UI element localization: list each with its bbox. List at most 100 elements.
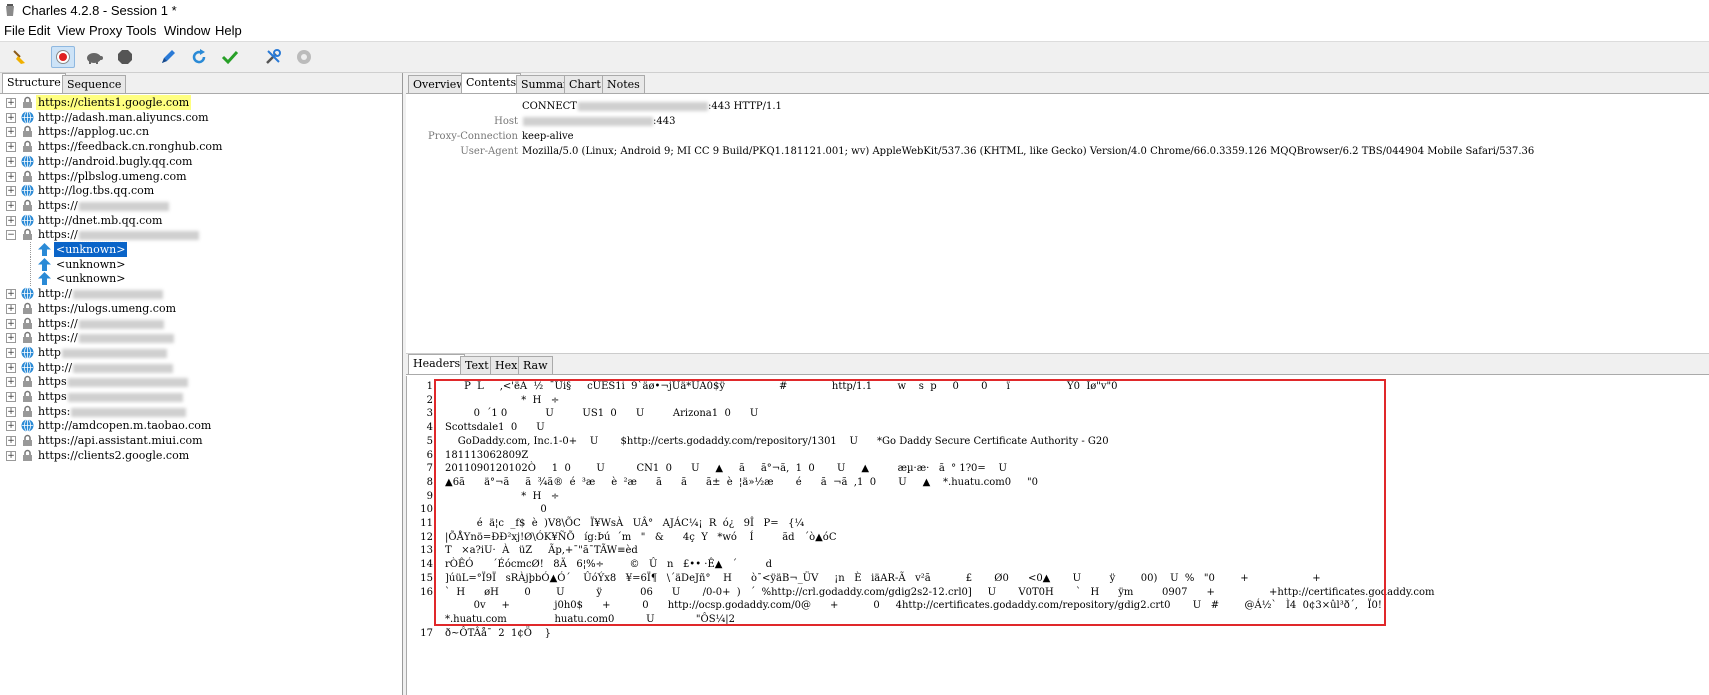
expand-toggle[interactable]: +	[6, 98, 16, 108]
raw-line: 0 ´1 0 U US1 0 U Arizona1 0 U	[445, 408, 759, 419]
tree-item-text: http://adash.man.aliyuncs.com	[38, 111, 209, 124]
tree-item-label: http://amdcopen.m.taobao.com	[36, 418, 213, 433]
tab-sequence[interactable]: Sequence	[62, 75, 127, 93]
raw-line: rÒÊÓ ´ÉócmcØ! 8Ä 6¦%÷ © Û n £•• ·Ê▲ ´ d	[445, 559, 772, 570]
tab-chart[interactable]: Chart	[564, 75, 606, 93]
menu-edit[interactable]: Edit	[28, 23, 50, 38]
raw-line: 0	[445, 504, 547, 515]
expand-toggle[interactable]: +	[6, 127, 16, 137]
header-value[interactable]: :443	[522, 114, 675, 129]
refresh-icon[interactable]	[187, 46, 211, 68]
tree-host-row[interactable]: + http://	[0, 360, 400, 375]
tab-contents[interactable]: Contents	[461, 73, 522, 93]
lock-icon	[21, 170, 34, 183]
header-value[interactable]: CONNECT:443 HTTP/1.1	[522, 99, 782, 114]
tree-host-row[interactable]: + https://plbslog.umeng.com	[0, 169, 400, 184]
turtle-icon[interactable]	[82, 46, 106, 68]
expand-toggle[interactable]: +	[6, 436, 16, 446]
expand-toggle[interactable]: +	[6, 392, 16, 402]
tree-host-row[interactable]: + http	[0, 345, 400, 360]
raw-line: 181113062809Z	[445, 450, 529, 461]
broom-icon[interactable]	[8, 46, 32, 68]
tree-host-row[interactable]: + https://applog.uc.cn	[0, 124, 400, 139]
tree-item-label: https://api.assistant.miui.com	[36, 433, 205, 448]
tools-icon[interactable]	[261, 46, 285, 68]
tree-item-label: http://	[36, 286, 165, 301]
gear-icon[interactable]	[292, 46, 316, 68]
tree-item-text: http://amdcopen.m.taobao.com	[38, 419, 212, 432]
expand-toggle[interactable]: +	[6, 186, 16, 196]
expand-toggle[interactable]: +	[6, 216, 16, 226]
check-icon[interactable]	[218, 46, 242, 68]
lock-icon	[21, 317, 34, 330]
line-number-gutter: 1 2 3 4 5 6 7 8 9 10 11 12 13 14 15 16 17	[407, 376, 433, 695]
tree-child-row[interactable]: <unknown>	[0, 271, 400, 286]
globe-icon	[21, 214, 34, 227]
tree-host-row[interactable]: + https://	[0, 198, 400, 213]
collapse-toggle[interactable]: −	[6, 230, 16, 240]
record-icon[interactable]	[51, 46, 75, 68]
raw-line: |ÕÅYnö=ÐÐ²xj!Ø\ÓK¥ÑÕ íg:Þú ´m " & 4ç Y *…	[445, 532, 837, 543]
header-value[interactable]: keep-alive	[522, 129, 574, 144]
menu-tools[interactable]: Tools	[126, 23, 156, 38]
expand-toggle[interactable]: +	[6, 451, 16, 461]
expand-toggle[interactable]: +	[6, 142, 16, 152]
redacted-text	[78, 230, 199, 240]
menu-view[interactable]: View	[57, 23, 85, 38]
expand-toggle[interactable]: +	[6, 289, 16, 299]
tree-host-row[interactable]: + http://	[0, 286, 400, 301]
tab-notes[interactable]: Notes	[602, 75, 645, 93]
expand-toggle[interactable]: +	[6, 348, 16, 358]
expand-toggle[interactable]: +	[6, 377, 16, 387]
tree-host-row[interactable]: + https:	[0, 404, 400, 419]
line-number: 1	[426, 381, 433, 392]
tab-raw[interactable]: Raw	[518, 356, 553, 374]
tree-host-row[interactable]: + https://	[0, 316, 400, 331]
header-key: Proxy-Connection	[428, 131, 518, 142]
tree-host-row[interactable]: + https://	[0, 330, 400, 345]
header-value[interactable]: Mozilla/5.0 (Linux; Android 9; MI CC 9 B…	[522, 144, 1534, 159]
hexagon-stop-icon[interactable]	[113, 46, 137, 68]
tree-host-row[interactable]: − https://	[0, 227, 400, 242]
tree-child-row[interactable]: <unknown>	[0, 257, 400, 272]
raw-body-view[interactable]: 1 2 3 4 5 6 7 8 9 10 11 12 13 14 15 16 17 P L ,<'ëÂ ½ ¯Û…	[406, 376, 1709, 695]
tree-host-row[interactable]: + https://ulogs.umeng.com	[0, 301, 400, 316]
tree-host-row[interactable]: + http://android.bugly.qq.com	[0, 154, 400, 169]
expand-toggle[interactable]: +	[6, 421, 16, 431]
pen-icon[interactable]	[156, 46, 180, 68]
raw-line: 0v + j0h0$ + 0 http://ocsp.godaddy.com/0…	[445, 600, 1382, 611]
detail-panel: Overview Contents Summary Chart Notes CO…	[406, 73, 1709, 695]
tab-text[interactable]: Text	[460, 356, 494, 374]
tree-host-row[interactable]: + http://amdcopen.m.taobao.com	[0, 418, 400, 433]
lock-icon	[21, 390, 34, 403]
menu-window[interactable]: Window	[164, 23, 210, 38]
expand-toggle[interactable]: +	[6, 172, 16, 182]
tree-host-row[interactable]: + https://feedback.cn.ronghub.com	[0, 139, 400, 154]
tree-host-row[interactable]: + http://adash.man.aliyuncs.com	[0, 110, 400, 125]
menu-help[interactable]: Help	[215, 23, 242, 38]
redacted-text	[78, 333, 174, 343]
tree-item-label: https	[36, 389, 185, 404]
tree-child-row[interactable]: <unknown>	[0, 241, 400, 258]
tree-host-row[interactable]: + https://api.assistant.miui.com	[0, 433, 400, 448]
line-number: 7	[426, 463, 433, 474]
expand-toggle[interactable]: +	[6, 363, 16, 373]
expand-toggle[interactable]: +	[6, 319, 16, 329]
expand-toggle[interactable]: +	[6, 333, 16, 343]
expand-toggle[interactable]: +	[6, 201, 16, 211]
tree-host-row[interactable]: + https://clients1.google.com	[0, 95, 400, 110]
tree-host-row[interactable]: + https	[0, 389, 400, 404]
tab-structure[interactable]: Structure	[2, 73, 66, 93]
tree-host-row[interactable]: + http://log.tbs.qq.com	[0, 183, 400, 198]
expand-toggle[interactable]: +	[6, 304, 16, 314]
tree-host-row[interactable]: + https://clients2.google.com	[0, 448, 400, 463]
tree-host-row[interactable]: + https	[0, 374, 400, 389]
menu-proxy[interactable]: Proxy	[89, 23, 122, 38]
tab-headers[interactable]: Headers	[408, 354, 466, 374]
lock-icon	[21, 434, 34, 447]
expand-toggle[interactable]: +	[6, 113, 16, 123]
tree-host-row[interactable]: + http://dnet.mb.qq.com	[0, 213, 400, 228]
expand-toggle[interactable]: +	[6, 157, 16, 167]
expand-toggle[interactable]: +	[6, 407, 16, 417]
menu-file[interactable]: File	[4, 23, 25, 38]
